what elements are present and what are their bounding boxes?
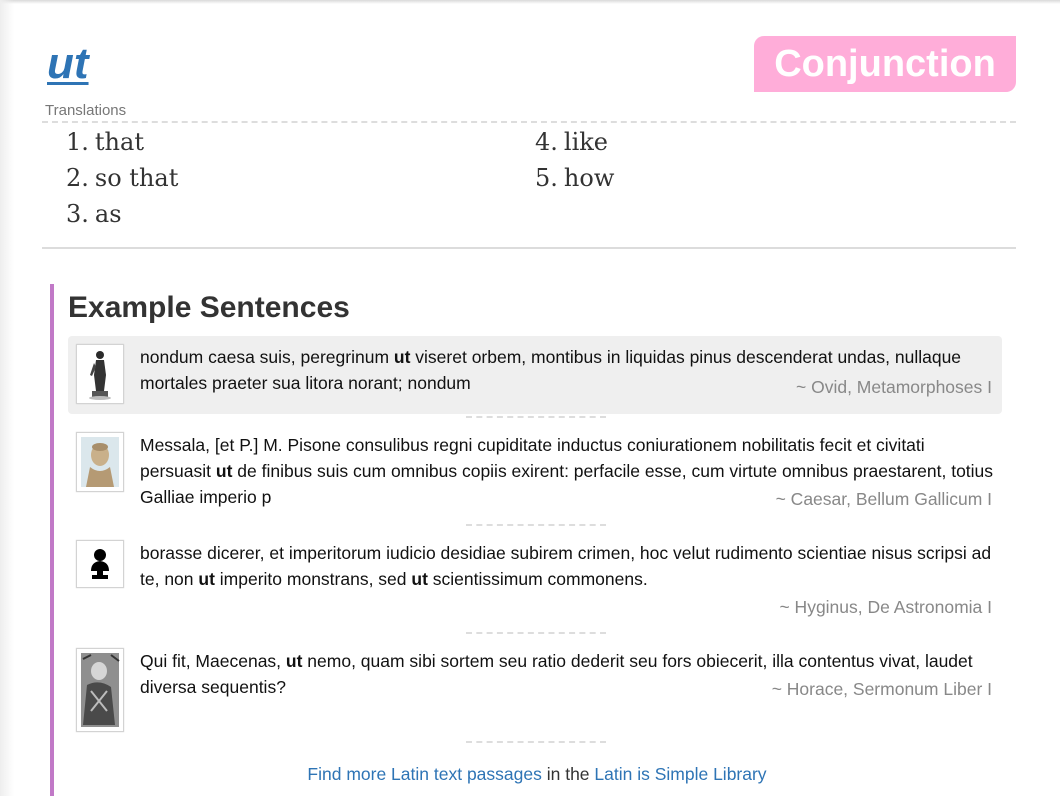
engraved-portrait-icon[interactable] bbox=[76, 648, 124, 732]
bust-photo-icon[interactable] bbox=[76, 432, 124, 492]
example-separator bbox=[466, 524, 606, 526]
keyword-highlight: ut bbox=[215, 461, 233, 481]
translation-text: like bbox=[563, 128, 609, 156]
left-shadow bbox=[0, 0, 14, 796]
keyword-highlight: ut bbox=[393, 347, 411, 367]
translation-item: 1. that bbox=[66, 124, 178, 160]
example-separator bbox=[466, 416, 606, 418]
translation-item: 4. like bbox=[535, 124, 614, 160]
statue-icon[interactable] bbox=[76, 344, 124, 404]
example-attribution[interactable]: ~ Horace, Sermonum Liber I bbox=[772, 679, 992, 700]
translations-list-col1: 1. that 2. so that 3. as bbox=[66, 124, 178, 232]
example-attribution[interactable]: ~ Caesar, Bellum Gallicum I bbox=[776, 489, 992, 510]
part-of-speech-badge: Conjunction bbox=[754, 36, 1016, 92]
examples-heading: Example Sentences bbox=[68, 291, 350, 324]
dictionary-entry: ut Conjunction Translations 1. that 2. so … bbox=[42, 0, 1016, 796]
translation-item: 2. so that bbox=[66, 160, 178, 196]
translations-divider bbox=[42, 121, 1016, 123]
keyword-highlight: ut bbox=[285, 651, 303, 671]
section-divider bbox=[42, 247, 1016, 249]
example-attribution[interactable]: ~ Hyginus, De Astronomia I bbox=[779, 597, 992, 618]
example-item[interactable]: Qui fit, Maecenas, ut nemo, quam sibi so… bbox=[68, 640, 1002, 732]
example-item[interactable]: Messala, [et P.] M. Pisone consulibus re… bbox=[68, 424, 1002, 524]
translation-text: so that bbox=[94, 164, 179, 192]
translations-list-col2: 4. like 5. how bbox=[535, 124, 614, 196]
translation-text: that bbox=[94, 128, 144, 156]
sentence-fragment: Qui fit, Maecenas, bbox=[140, 651, 286, 671]
library-footer: Find more Latin text passages in the Lat… bbox=[54, 762, 1020, 786]
keyword-highlight: ut bbox=[198, 569, 215, 589]
translation-item: 5. how bbox=[535, 160, 614, 196]
translation-number: 1. bbox=[66, 128, 89, 156]
keyword-highlight: ut bbox=[411, 569, 428, 589]
translation-number: 2. bbox=[66, 164, 89, 192]
translations-label: Translations bbox=[45, 102, 127, 119]
sentence-fragment: nondum caesa suis, peregrinum bbox=[140, 347, 394, 367]
sentence-fragment: scientissimum commonens. bbox=[427, 569, 648, 589]
example-item[interactable]: borasse dicerer, et imperitorum iudicio … bbox=[68, 532, 1002, 632]
translation-text: as bbox=[94, 200, 122, 228]
sentence-fragment: imperito monstrans, sed bbox=[214, 569, 412, 589]
translation-text: how bbox=[563, 164, 615, 192]
translation-number: 4. bbox=[535, 128, 558, 156]
example-separator bbox=[466, 741, 606, 743]
headword-link[interactable]: ut bbox=[47, 38, 89, 90]
more-passages-link[interactable]: Find more Latin text passages bbox=[307, 764, 541, 784]
example-attribution[interactable]: ~ Ovid, Metamorphoses I bbox=[796, 377, 992, 398]
library-link[interactable]: Latin is Simple Library bbox=[594, 764, 766, 784]
example-sentence-text: borasse dicerer, et imperitorum iudicio … bbox=[140, 540, 1000, 592]
translation-number: 3. bbox=[66, 200, 89, 228]
example-separator bbox=[466, 632, 606, 634]
example-item[interactable]: nondum caesa suis, peregrinum ut viseret… bbox=[68, 336, 1002, 414]
bust-silhouette-icon[interactable] bbox=[76, 540, 124, 588]
translation-item: 3. as bbox=[66, 196, 178, 232]
translation-number: 5. bbox=[535, 164, 558, 192]
footer-connector-text: in the bbox=[541, 764, 595, 784]
example-sentences-section: Example Sentences nondum caesa suis, per… bbox=[50, 284, 1020, 796]
